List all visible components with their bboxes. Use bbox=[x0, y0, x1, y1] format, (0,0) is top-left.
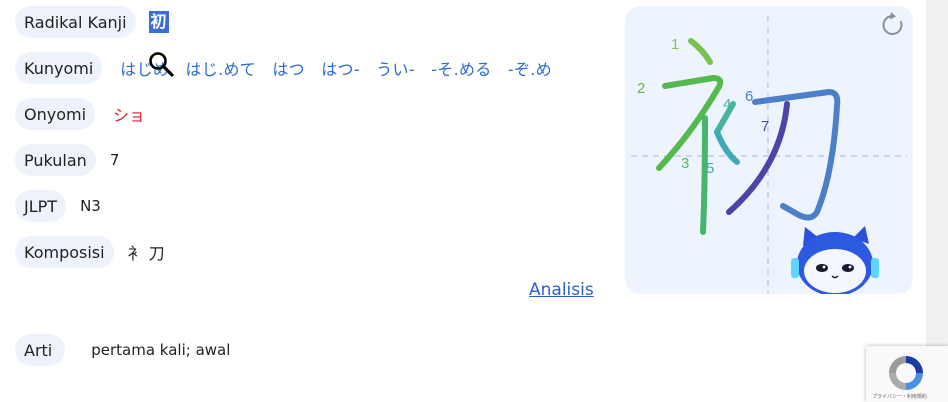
stroke-1 bbox=[688, 38, 713, 65]
row-composition: Komposisi 衤 刀 bbox=[15, 236, 165, 268]
meaning-label: Arti bbox=[15, 334, 66, 366]
robot-cat-mascot-icon[interactable] bbox=[791, 226, 879, 294]
kunyomi-label: Kunyomi bbox=[15, 52, 103, 84]
row-strokes: Pukulan 7 bbox=[15, 144, 119, 176]
stroke-number-2: 2 bbox=[637, 80, 645, 97]
recaptcha-badge[interactable]: プライバシー・利用規約 bbox=[866, 346, 948, 402]
stroke-order-panel: 1 2 3 4 5 6 7 bbox=[625, 6, 913, 294]
onyomi-label: Onyomi bbox=[15, 98, 96, 130]
kunyomi-readings[interactable]: はじめ はじ.めて はつ はつ- うい- -そ.める -ぞ.め bbox=[120, 56, 552, 80]
radical-kanji-highlight[interactable]: 初 bbox=[148, 11, 169, 33]
row-radical: Radikal Kanji 初 bbox=[15, 6, 169, 38]
stroke-number-6: 6 bbox=[745, 88, 753, 105]
meaning-value: pertama kali; awal bbox=[91, 341, 231, 359]
composition-label: Komposisi bbox=[15, 236, 114, 268]
recaptcha-logo-icon bbox=[889, 356, 923, 390]
stroke-7 bbox=[726, 101, 790, 215]
stroke-order-diagram: 1 2 3 4 5 6 7 bbox=[631, 12, 907, 294]
strokes-label: Pukulan bbox=[15, 144, 96, 176]
refresh-icon[interactable] bbox=[882, 12, 903, 35]
analysis-link[interactable]: Analisis bbox=[529, 280, 594, 300]
stroke-number-7: 7 bbox=[761, 118, 769, 135]
row-onyomi: Onyomi ショ bbox=[15, 98, 145, 130]
row-jlpt: JLPT N3 bbox=[15, 190, 101, 222]
composition-value[interactable]: 衤 刀 bbox=[128, 240, 165, 264]
jlpt-value: N3 bbox=[80, 197, 101, 215]
row-kunyomi: Kunyomi はじめ はじ.めて はつ はつ- うい- -そ.める -ぞ.め bbox=[15, 52, 552, 84]
onyomi-reading[interactable]: ショ bbox=[113, 102, 145, 126]
magnifier-cursor-icon bbox=[149, 52, 174, 77]
strokes-value: 7 bbox=[109, 151, 120, 169]
stroke-number-4: 4 bbox=[723, 96, 731, 113]
stroke-3 bbox=[700, 115, 708, 235]
stroke-6 bbox=[752, 89, 841, 221]
stroke-2 bbox=[656, 75, 724, 171]
radical-label: Radikal Kanji bbox=[15, 6, 136, 38]
stroke-number-3: 3 bbox=[681, 155, 689, 172]
stroke-number-1: 1 bbox=[671, 36, 679, 53]
stroke-5 bbox=[714, 129, 740, 165]
row-meaning: Arti pertama kali; awal bbox=[15, 334, 230, 366]
jlpt-label: JLPT bbox=[15, 190, 67, 222]
stroke-number-5: 5 bbox=[706, 160, 714, 177]
page-scrollbar[interactable] bbox=[926, 0, 948, 402]
recaptcha-footer[interactable]: プライバシー・利用規約 bbox=[872, 393, 927, 400]
